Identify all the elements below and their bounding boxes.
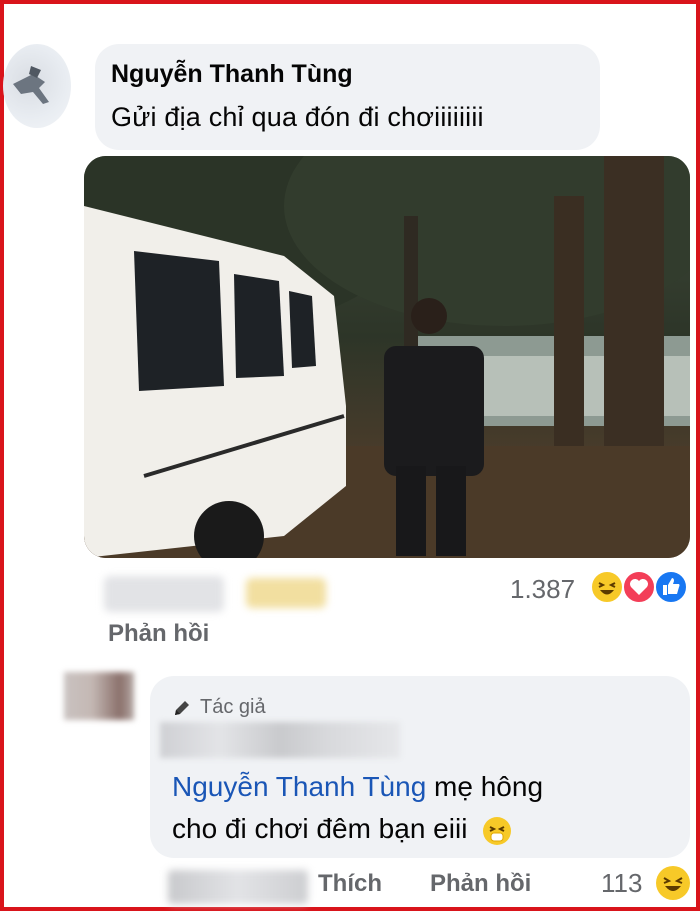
like-icon[interactable] xyxy=(654,570,688,604)
reply-link[interactable]: Phản hồi xyxy=(108,620,209,648)
haha-icon[interactable] xyxy=(590,570,624,604)
reply-text-line2: cho đi chơi đêm bạn eiii xyxy=(172,813,468,844)
reply-avatar[interactable] xyxy=(64,672,134,720)
blurred-reply-timestamp xyxy=(168,870,308,904)
laughing-hand-emoji-icon xyxy=(483,816,512,845)
blurred-like-link xyxy=(246,578,326,608)
comment-photo[interactable] xyxy=(84,156,690,558)
reply-text: Nguyễn Thanh Tùng mẹ hông cho đi chơi đê… xyxy=(172,766,672,850)
author-badge-label: Tác giả xyxy=(200,696,266,718)
comment-author[interactable]: Nguyễn Thanh Tùng xyxy=(111,60,353,89)
avatar[interactable] xyxy=(3,44,71,128)
author-badge: Tác giả xyxy=(172,696,266,719)
comment-text: Gửi địa chỉ qua đón đi chơiiiiiiii xyxy=(111,102,484,132)
blurred-reply-author[interactable] xyxy=(160,722,400,758)
reply-text-line1: mẹ hông xyxy=(426,771,544,802)
love-icon[interactable] xyxy=(622,570,656,604)
blurred-timestamp xyxy=(104,576,224,612)
reply-link[interactable]: Phản hồi xyxy=(430,870,531,898)
reaction-count[interactable]: 1.387 xyxy=(510,574,575,605)
pencil-icon xyxy=(175,700,189,715)
reply-reaction-count[interactable]: 113 xyxy=(601,868,642,899)
comment-bubble: Nguyễn Thanh Tùng Gửi địa chỉ qua đón đi… xyxy=(95,44,600,150)
mention-link[interactable]: Nguyễn Thanh Tùng xyxy=(172,771,426,802)
haha-icon[interactable] xyxy=(656,866,690,900)
like-link[interactable]: Thích xyxy=(318,870,382,898)
reply-bubble: Tác giả Nguyễn Thanh Tùng mẹ hông cho đi… xyxy=(150,676,690,858)
